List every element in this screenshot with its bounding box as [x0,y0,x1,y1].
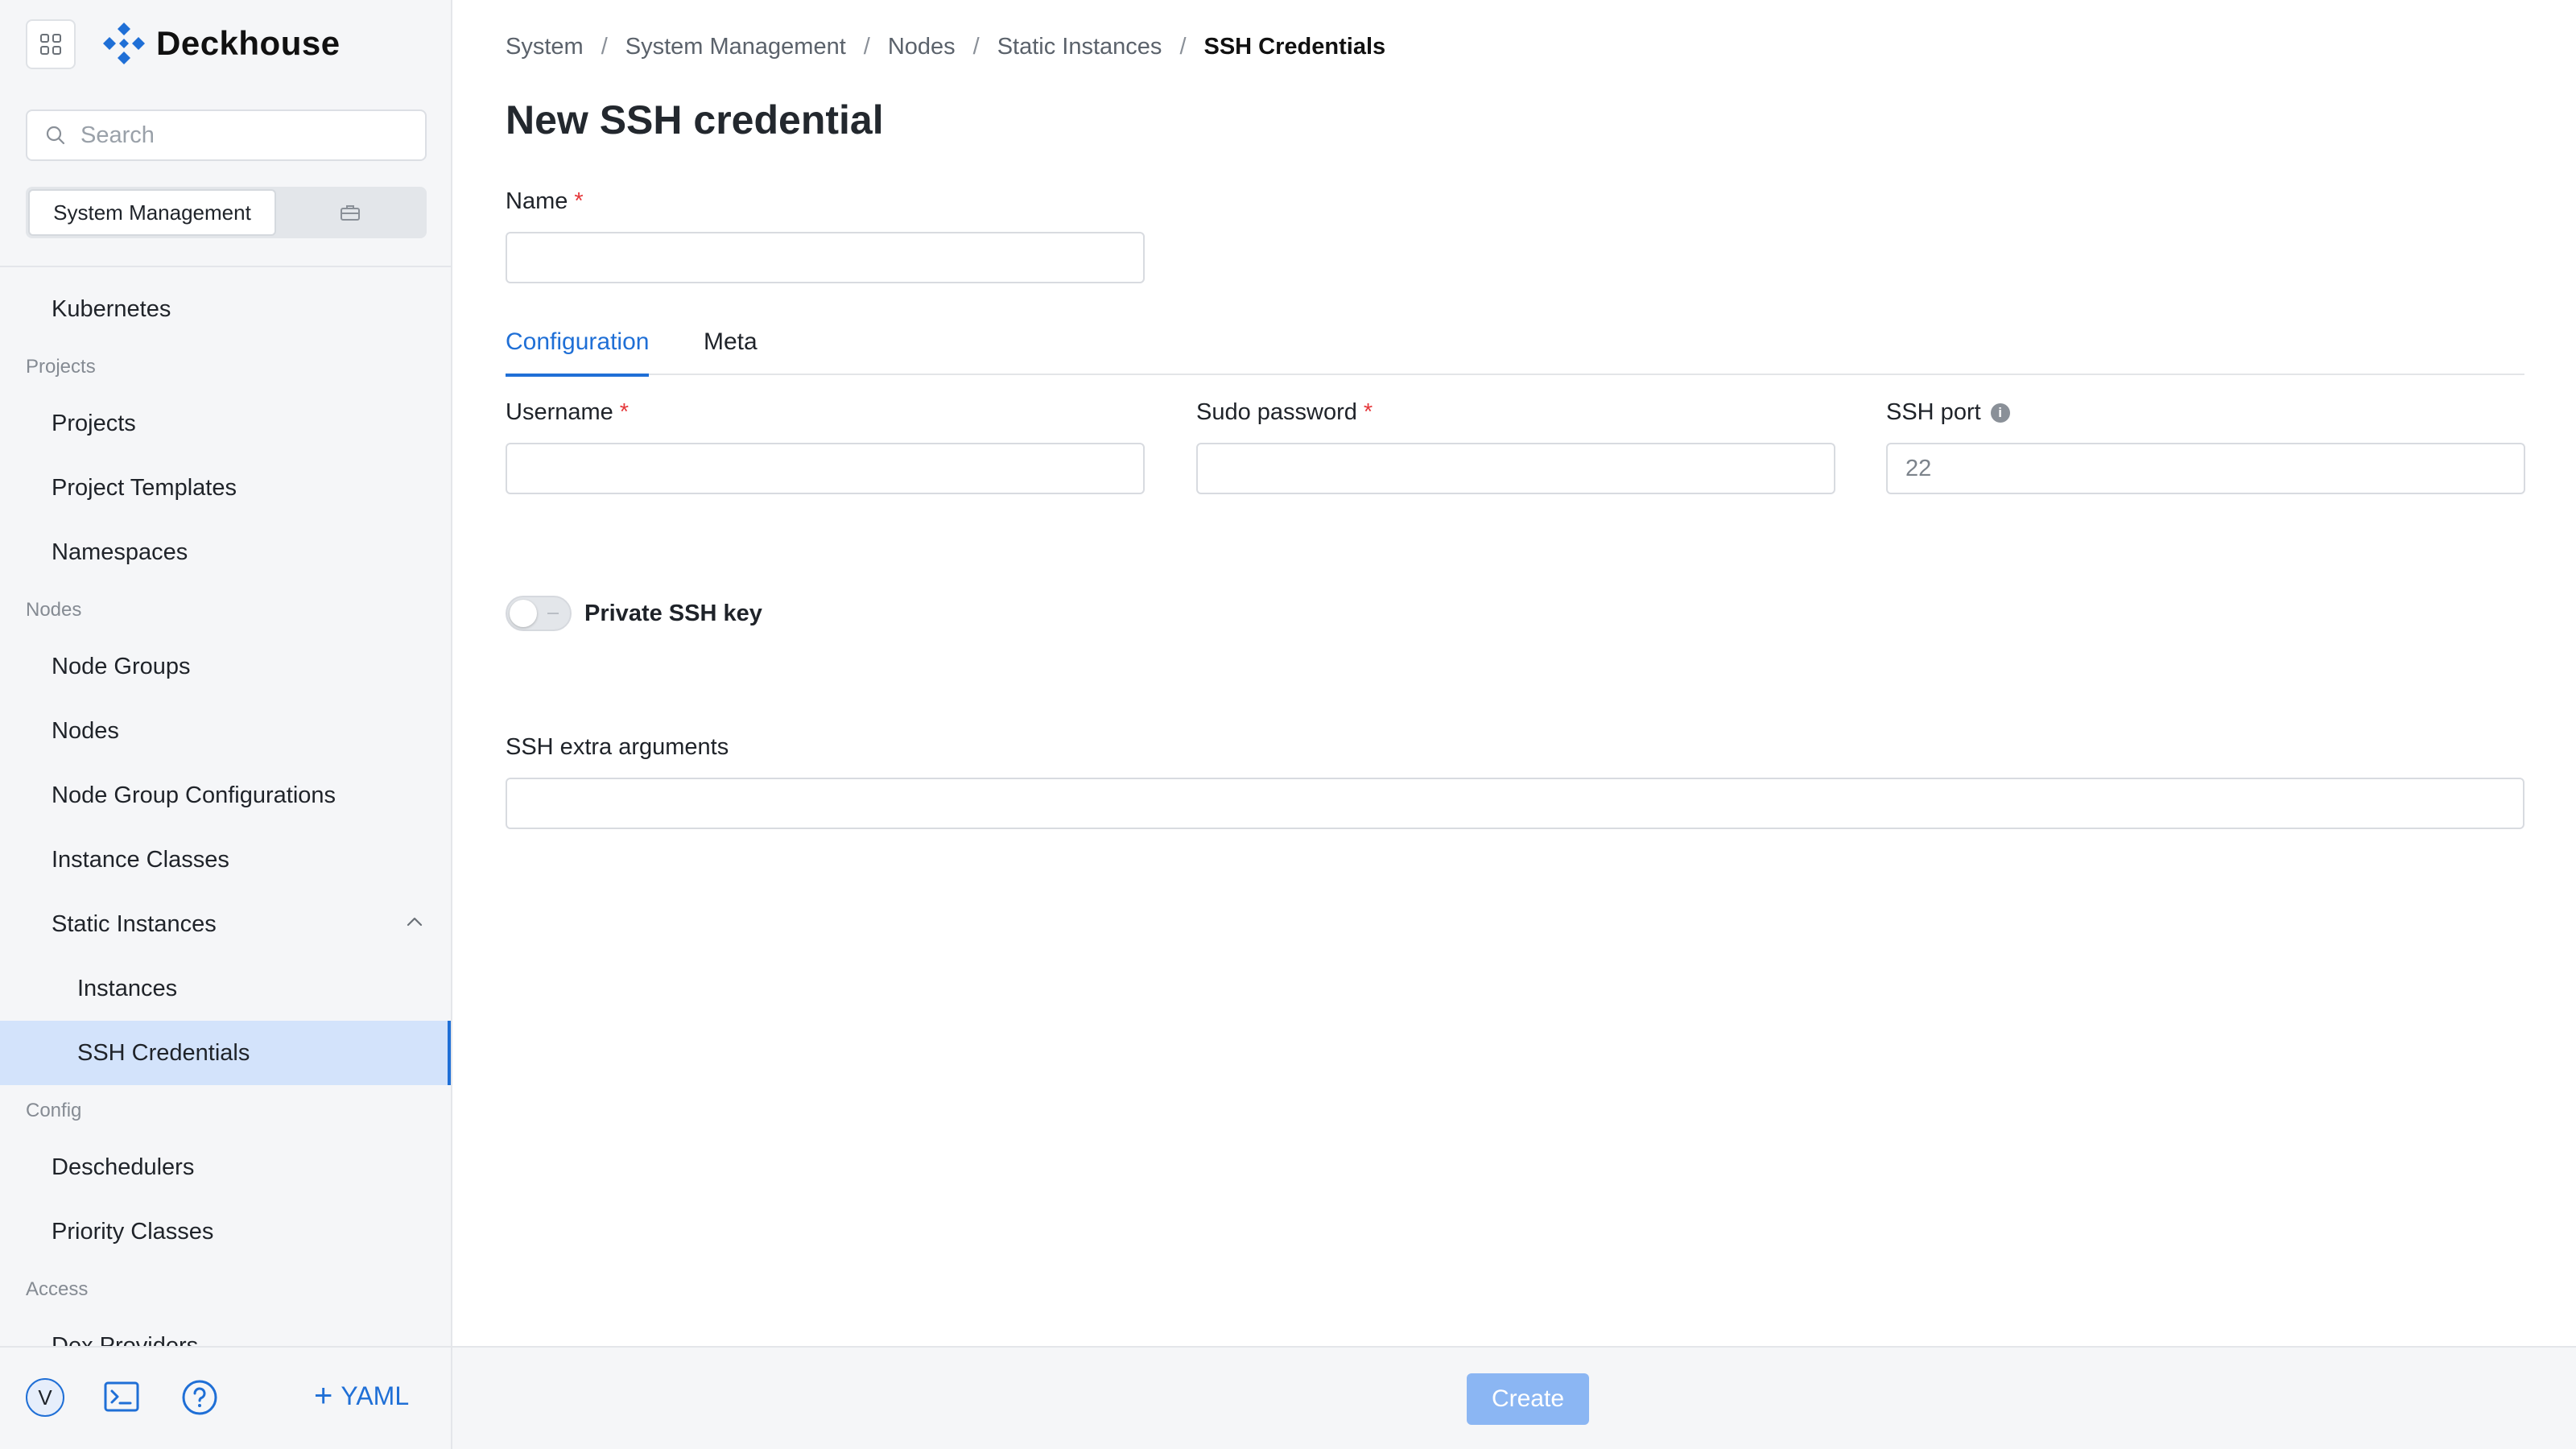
breadcrumb-nodes[interactable]: Nodes [888,34,956,60]
sidebar: Deckhouse System Management Kubernetes P… [0,0,452,1449]
private-key-toggle[interactable] [506,596,572,631]
grid-icon [40,34,61,55]
sidebar-item-label: Nodes [52,717,119,744]
required-mark: * [1363,399,1373,425]
breadcrumb-separator: / [863,34,870,60]
context-switcher: System Management [26,187,427,238]
sidebar-item-kubernetes[interactable]: Kubernetes [0,277,451,341]
name-input[interactable] [506,232,1145,283]
sidebar-footer: V + YAML [0,1346,451,1449]
sidebar-item-label: Projects [52,410,136,436]
ssh-port-input[interactable] [1886,443,2525,494]
main-content: System / System Management / Nodes / Sta… [452,0,2576,1346]
terminal-icon[interactable] [103,1378,140,1415]
sidebar-item-ssh-credentials[interactable]: SSH Credentials [0,1021,451,1085]
search-box[interactable] [26,109,427,161]
user-avatar[interactable]: V [26,1378,64,1417]
sidebar-item-label: SSH Credentials [77,1039,250,1066]
section-config: Config [26,1100,82,1121]
apps-grid-button[interactable] [26,19,76,69]
sudo-password-label: Sudo password * [1196,399,1373,426]
breadcrumb-static-instances[interactable]: Static Instances [997,34,1162,60]
sidebar-item-label: Node Group Configurations [52,782,336,808]
section-access: Access [26,1278,89,1300]
logo[interactable]: Deckhouse [101,21,341,66]
sidebar-item-priority-classes[interactable]: Priority Classes [0,1199,451,1264]
breadcrumb-system[interactable]: System [506,34,584,60]
yaml-label: YAML [341,1381,410,1410]
private-key-toggle-row: Private SSH key [506,596,762,631]
toggle-knob [510,600,537,627]
create-button[interactable]: Create [1467,1373,1589,1425]
required-mark: * [619,399,630,425]
username-input[interactable] [506,443,1145,494]
sidebar-item-label: Static Instances [52,910,217,937]
sudo-password-label-text: Sudo password [1196,399,1357,425]
page-title: New SSH credential [506,97,884,142]
tab-meta[interactable]: Meta [704,328,758,374]
breadcrumb-separator: / [1179,34,1187,60]
section-projects: Projects [26,356,96,378]
sidebar-item-instances[interactable]: Instances [0,956,451,1021]
sidebar-item-deschedulers[interactable]: Deschedulers [0,1135,451,1199]
form-tabs: Configuration Meta [506,320,2524,377]
toggle-off-indicator [547,613,559,614]
breadcrumb-current: SSH Credentials [1203,34,1386,60]
required-mark: * [574,188,584,214]
extra-args-label: SSH extra arguments [506,734,729,761]
sidebar-item-node-groups[interactable]: Node Groups [0,634,451,699]
name-label-text: Name [506,188,568,214]
add-yaml-button[interactable]: + YAML [314,1380,409,1412]
sidebar-item-namespaces[interactable]: Namespaces [0,520,451,584]
sidebar-item-label: Kubernetes [52,295,171,322]
form-footer: Create [452,1346,2576,1449]
breadcrumb-separator: / [972,34,980,60]
tab-configuration[interactable]: Configuration [506,328,650,377]
username-label: Username * [506,399,629,426]
sidebar-item-label: Namespaces [52,539,188,565]
switcher-system-management[interactable]: System Management [28,189,276,236]
breadcrumb: System / System Management / Nodes / Sta… [506,34,1385,60]
breadcrumb-separator: / [601,34,608,60]
search-input[interactable] [79,121,404,150]
extra-args-label-text: SSH extra arguments [506,734,729,760]
sudo-password-input[interactable] [1196,443,1835,494]
username-label-text: Username [506,399,613,425]
sidebar-item-project-templates[interactable]: Project Templates [0,456,451,520]
sidebar-item-node-group-configurations[interactable]: Node Group Configurations [0,763,451,828]
ssh-port-label: SSH port i [1886,399,2010,426]
sidebar-item-nodes[interactable]: Nodes [0,699,451,763]
breadcrumb-system-management[interactable]: System Management [625,34,846,60]
help-icon[interactable] [180,1378,219,1417]
sidebar-item-label: Deschedulers [52,1154,195,1180]
sidebar-item-label: Instances [77,975,178,1001]
plus-icon: + [314,1378,333,1414]
sidebar-item-label: Project Templates [52,474,237,501]
sidebar-item-static-instances[interactable]: Static Instances [0,892,451,956]
sidebar-item-label: Priority Classes [52,1218,214,1245]
app-name: Deckhouse [156,24,341,62]
sidebar-item-label: Instance Classes [52,846,229,873]
ssh-port-label-text: SSH port [1886,399,1981,425]
chevron-up-icon[interactable] [406,916,423,927]
info-icon[interactable]: i [1990,402,2010,423]
sidebar-item-projects[interactable]: Projects [0,391,451,456]
sidebar-item-instance-classes[interactable]: Instance Classes [0,828,451,892]
extra-args-input[interactable] [506,778,2524,829]
deckhouse-logo-icon [103,23,145,64]
section-nodes: Nodes [26,599,82,621]
sidebar-header: Deckhouse System Management [0,0,451,267]
switcher-projects[interactable] [276,189,424,236]
search-icon [46,126,65,145]
briefcase-icon [341,205,360,221]
sidebar-item-label: Node Groups [52,653,191,679]
private-key-label: Private SSH key [584,600,762,626]
name-label: Name * [506,188,584,215]
